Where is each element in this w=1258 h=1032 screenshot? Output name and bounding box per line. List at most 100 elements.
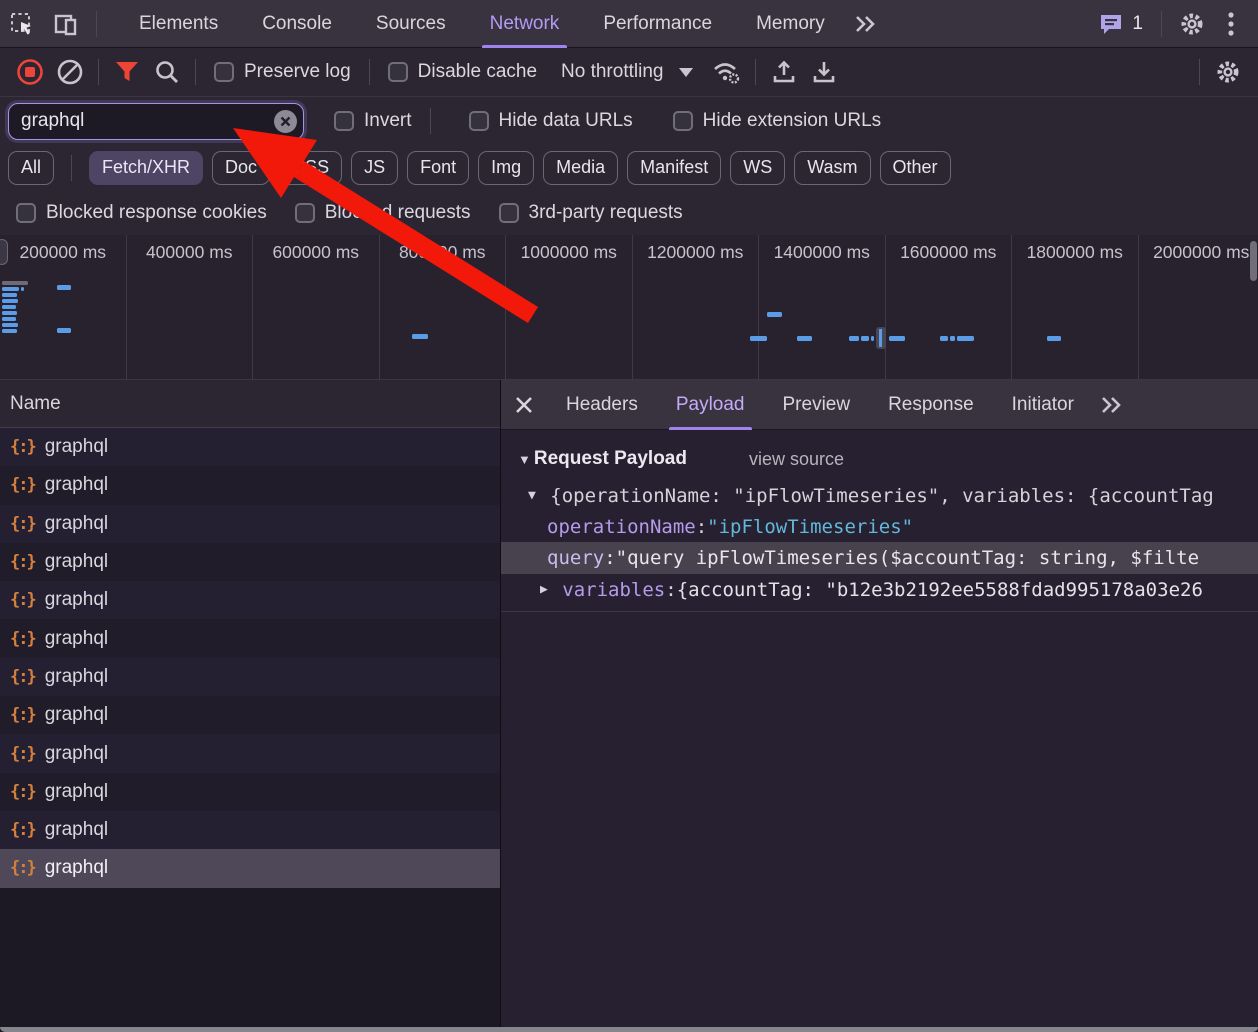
tab-console[interactable]: Console	[240, 0, 354, 48]
tab-sources[interactable]: Sources	[354, 0, 468, 48]
toggle-device-toolbar-button[interactable]	[44, 1, 88, 47]
table-row[interactable]: {:}graphql	[0, 543, 500, 581]
request-name: graphql	[45, 474, 108, 496]
3rd-party-requests-checkbox-item[interactable]: 3rd-party requests	[489, 202, 693, 224]
issues-button[interactable]: 1	[1088, 12, 1153, 36]
type-filter-ws[interactable]: WS	[730, 151, 785, 185]
json-braces-icon: {:}	[10, 552, 35, 572]
throttling-dropdown[interactable]: No throttling	[547, 61, 707, 83]
timeline-request-bar	[412, 334, 428, 339]
customize-devtools-button[interactable]	[1214, 1, 1248, 47]
triangle-down-icon[interactable]: ▼	[528, 488, 536, 503]
hide-data-urls-label: Hide data URLs	[499, 110, 633, 132]
table-row[interactable]: {:}graphql	[0, 428, 500, 466]
triangle-right-icon[interactable]: ▶	[540, 582, 548, 597]
network-conditions-button[interactable]	[707, 52, 747, 92]
blocked-response-cookies-checkbox-item[interactable]: Blocked response cookies	[6, 202, 277, 224]
timeline-request-bar	[1047, 336, 1061, 341]
preserve-log-checkbox[interactable]	[214, 62, 234, 82]
type-filter-doc[interactable]: Doc	[212, 151, 270, 185]
inspect-cursor-icon	[9, 11, 35, 37]
devtools-window: ElementsConsoleSourcesNetworkPerformance…	[0, 0, 1258, 1032]
3rd-party-requests-checkbox[interactable]	[499, 203, 519, 223]
table-row[interactable]: {:}graphql	[0, 811, 500, 849]
requests-table-header[interactable]: Name	[0, 380, 500, 428]
disable-cache-checkbox-item[interactable]: Disable cache	[378, 61, 547, 83]
detail-tab-payload[interactable]: Payload	[657, 380, 764, 430]
tab-performance[interactable]: Performance	[581, 0, 734, 48]
request-name: graphql	[45, 743, 108, 765]
detail-tab-preview[interactable]: Preview	[764, 380, 870, 430]
type-filter-wasm[interactable]: Wasm	[794, 151, 870, 185]
close-detail-button[interactable]	[501, 381, 547, 429]
search-network-button[interactable]	[147, 52, 187, 92]
payload-operation-line[interactable]: operationName: "ipFlowTimeseries"	[501, 511, 1258, 542]
table-row[interactable]: {:}graphql	[0, 849, 500, 887]
table-row[interactable]: {:}graphql	[0, 466, 500, 504]
payload-variables-line[interactable]: ▶ variables: {accountTag: "b12e3b2192ee5…	[501, 574, 1258, 605]
tab-memory[interactable]: Memory	[734, 0, 847, 48]
filter-input[interactable]	[8, 103, 304, 140]
clear-network-log-button[interactable]	[50, 52, 90, 92]
type-filter-css[interactable]: CSS	[279, 151, 342, 185]
table-row[interactable]: {:}graphql	[0, 581, 500, 619]
hide-extension-urls-checkbox-item[interactable]: Hide extension URLs	[663, 110, 891, 132]
tab-network[interactable]: Network	[468, 0, 582, 48]
type-filter-manifest[interactable]: Manifest	[627, 151, 721, 185]
extra-filters-row: Blocked response cookies Blocked requests…	[0, 190, 1258, 235]
type-filter-img[interactable]: Img	[478, 151, 534, 185]
blocked-requests-checkbox[interactable]	[295, 203, 315, 223]
payload-query-line-selected[interactable]: query: "query ipFlowTimeseries($accountT…	[501, 542, 1258, 574]
timeline-request-bar	[2, 311, 17, 315]
export-har-button[interactable]	[804, 52, 844, 92]
payload-section-header: ▼ Request Payload view source	[501, 430, 1258, 480]
json-braces-icon: {:}	[10, 667, 35, 687]
disable-cache-checkbox[interactable]	[388, 62, 408, 82]
blocked-response-cookies-checkbox[interactable]	[16, 203, 36, 223]
type-filter-all[interactable]: All	[8, 151, 54, 185]
detail-tab-label: Payload	[676, 394, 745, 416]
payload-root-line[interactable]: ▼ {operationName: "ipFlowTimeseries", va…	[501, 480, 1258, 511]
detail-tab-headers[interactable]: Headers	[547, 380, 657, 430]
import-har-button[interactable]	[764, 52, 804, 92]
invert-checkbox[interactable]	[334, 111, 354, 131]
request-name: graphql	[45, 436, 108, 458]
table-row[interactable]: {:}graphql	[0, 696, 500, 734]
invert-checkbox-item[interactable]: Invert	[324, 110, 422, 132]
blocked-requests-checkbox-item[interactable]: Blocked requests	[285, 202, 481, 224]
type-filter-font[interactable]: Font	[407, 151, 469, 185]
type-filter-media[interactable]: Media	[543, 151, 618, 185]
table-row[interactable]: {:}graphql	[0, 619, 500, 657]
table-row[interactable]: {:}graphql	[0, 734, 500, 772]
clear-filter-button[interactable]	[274, 110, 297, 133]
window-bottom-edge	[0, 1027, 1258, 1032]
table-row[interactable]: {:}graphql	[0, 658, 500, 696]
detail-tab-response[interactable]: Response	[869, 380, 993, 430]
network-settings-button[interactable]	[1208, 52, 1248, 92]
timeline-request-bar	[889, 336, 905, 341]
network-overview-timeline[interactable]: 200000 ms400000 ms600000 ms800000 ms1000…	[0, 235, 1258, 380]
requests-table-body: {:}graphql{:}graphql{:}graphql{:}graphql…	[0, 428, 500, 888]
overview-grip-handle[interactable]	[0, 239, 8, 265]
view-source-link[interactable]: view source	[749, 449, 844, 470]
more-detail-tabs-button[interactable]	[1099, 396, 1123, 414]
type-filter-js[interactable]: JS	[351, 151, 398, 185]
settings-button[interactable]	[1170, 1, 1214, 47]
hide-extension-urls-checkbox[interactable]	[673, 111, 693, 131]
table-row[interactable]: {:}graphql	[0, 505, 500, 543]
hide-data-urls-checkbox-item[interactable]: Hide data URLs	[459, 110, 643, 132]
hide-data-urls-checkbox[interactable]	[469, 111, 489, 131]
filter-toggle-button[interactable]	[107, 52, 147, 92]
table-row[interactable]: {:}graphql	[0, 773, 500, 811]
type-filter-fetch-xhr[interactable]: Fetch/XHR	[89, 151, 203, 185]
type-filter-other[interactable]: Other	[880, 151, 951, 185]
more-tabs-button[interactable]	[847, 1, 883, 47]
triangle-down-icon[interactable]: ▼	[518, 452, 531, 467]
record-network-log-button[interactable]	[10, 52, 50, 92]
tab-elements[interactable]: Elements	[117, 0, 240, 48]
inspect-element-button[interactable]	[0, 1, 44, 47]
preserve-log-checkbox-item[interactable]: Preserve log	[204, 61, 361, 83]
json-braces-icon: {:}	[10, 782, 35, 802]
overview-scrollbar-thumb[interactable]	[1250, 241, 1257, 281]
detail-tab-initiator[interactable]: Initiator	[993, 380, 1093, 430]
